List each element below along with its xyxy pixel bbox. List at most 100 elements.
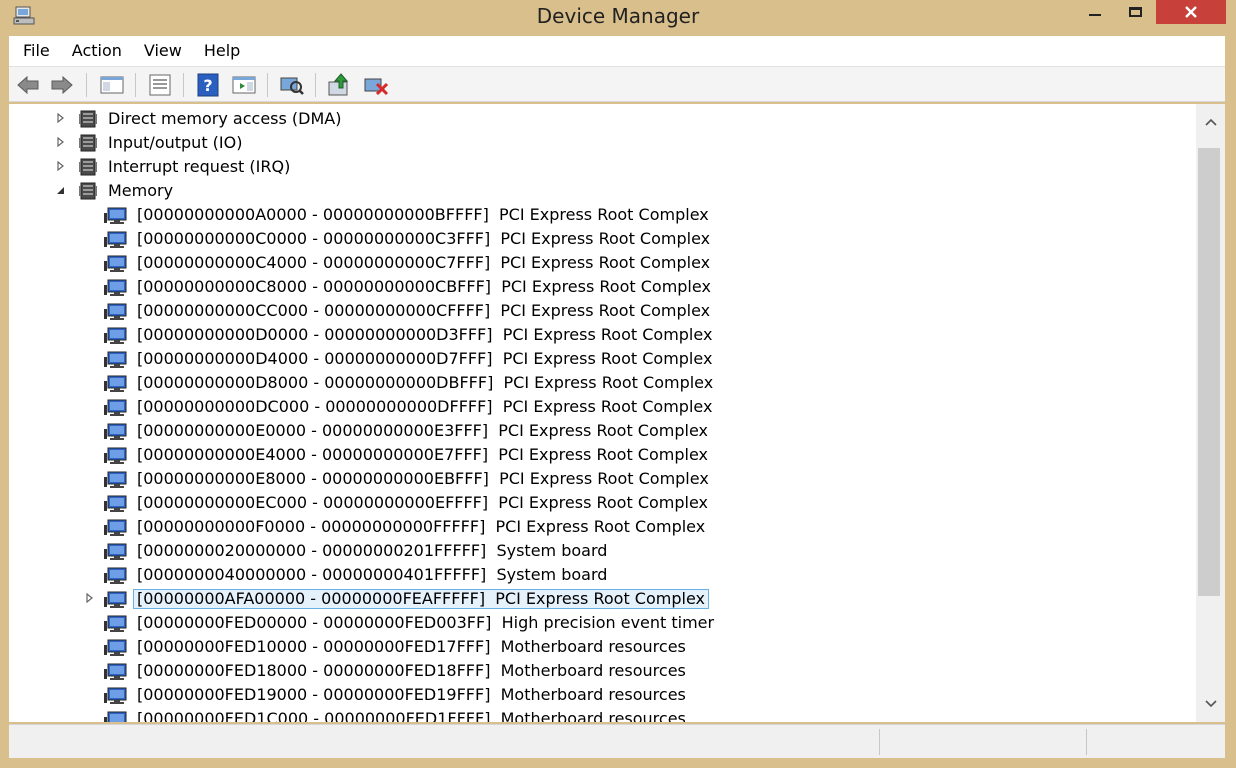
memory-resource-row[interactable]: [00000000AFA00000 - 00000000FEAFFFFF] PC…: [9, 587, 1196, 611]
memory-resource-row[interactable]: [00000000000E0000 - 00000000000E3FFF] PC…: [9, 419, 1196, 443]
device-monitor-icon: [104, 423, 130, 441]
update-driver-icon[interactable]: [327, 72, 353, 98]
memory-resource-row[interactable]: [00000000000A0000 - 00000000000BFFFF] PC…: [9, 203, 1196, 227]
resource-label: [00000000000CC000 - 00000000000CFFFF] PC…: [137, 301, 710, 321]
memory-resource-row[interactable]: [00000000FED00000 - 00000000FED003FF] Hi…: [9, 611, 1196, 635]
expand-arrow-icon[interactable]: [83, 592, 95, 605]
console-tree-icon[interactable]: [99, 72, 125, 98]
memory-resource-row[interactable]: [00000000000DC000 - 00000000000DFFFF] PC…: [9, 395, 1196, 419]
label-spacer: [493, 349, 503, 368]
memory-range: [00000000000D8000 - 00000000000DBFFF]: [137, 373, 494, 392]
forward-arrow-icon[interactable]: [49, 72, 75, 98]
memory-resource-row[interactable]: [00000000000EC000 - 00000000000EFFFF] PC…: [9, 491, 1196, 515]
resource-category-icon: [79, 182, 97, 200]
label-spacer: [491, 613, 501, 632]
tree-category-label: Interrupt request (IRQ): [108, 157, 291, 176]
uninstall-device-icon[interactable]: [363, 72, 389, 98]
scroll-up-button[interactable]: [1196, 104, 1225, 140]
device-monitor-icon: [104, 279, 130, 297]
label-spacer: [490, 685, 500, 704]
device-name: PCI Express Root Complex: [498, 445, 708, 464]
device-monitor-icon: [104, 543, 130, 561]
device-tree[interactable]: Direct memory access (DMA) Input/output (…: [9, 104, 1196, 722]
memory-resource-row[interactable]: [0000000040000000 - 00000000401FFFFF] Sy…: [9, 563, 1196, 587]
device-name: PCI Express Root Complex: [495, 589, 705, 608]
memory-resource-row[interactable]: [00000000000C8000 - 00000000000CBFFF] PC…: [9, 275, 1196, 299]
device-name: PCI Express Root Complex: [502, 397, 713, 416]
memory-range: [00000000000E0000 - 00000000000E3FFF]: [137, 421, 489, 440]
device-monitor-icon: [104, 255, 130, 273]
memory-resource-row[interactable]: [0000000020000000 - 00000000201FFFFF] Sy…: [9, 539, 1196, 563]
resource-label: [00000000FED1C000 - 00000000FED1FFFF] Mo…: [137, 709, 686, 722]
tree-category-row[interactable]: Interrupt request (IRQ): [9, 155, 1196, 179]
device-name: System board: [496, 541, 608, 560]
expand-arrow-icon[interactable]: [54, 160, 66, 173]
memory-resource-row[interactable]: [00000000000D4000 - 00000000000D7FFF] PC…: [9, 347, 1196, 371]
properties-icon[interactable]: [147, 72, 173, 98]
resource-label: [00000000FED18000 - 00000000FED18FFF] Mo…: [137, 661, 686, 681]
memory-range: [00000000000C8000 - 00000000000CBFFF]: [137, 277, 492, 296]
expand-arrow-icon[interactable]: [54, 112, 66, 125]
memory-resource-row[interactable]: [00000000000C4000 - 00000000000C7FFF] PC…: [9, 251, 1196, 275]
help-icon[interactable]: ?: [195, 72, 221, 98]
menu-action[interactable]: Action: [61, 36, 133, 66]
label-spacer: [491, 277, 501, 296]
device-name: Motherboard resources: [500, 685, 686, 704]
label-spacer: [488, 493, 498, 512]
vertical-scrollbar[interactable]: [1196, 104, 1225, 722]
label-spacer: [488, 421, 498, 440]
expand-arrow-icon[interactable]: [54, 136, 66, 149]
close-button[interactable]: [1156, 0, 1226, 24]
memory-resource-row[interactable]: [00000000FED19000 - 00000000FED19FFF] Mo…: [9, 683, 1196, 707]
collapse-arrow-icon[interactable]: [54, 185, 66, 197]
label-spacer: [489, 469, 499, 488]
memory-resource-row[interactable]: [00000000000CC000 - 00000000000CFFFF] PC…: [9, 299, 1196, 323]
device-name: Motherboard resources: [500, 709, 686, 722]
toolbar-separator: [315, 73, 316, 97]
memory-resource-row[interactable]: [00000000000C0000 - 00000000000C3FFF] PC…: [9, 227, 1196, 251]
action-pane-icon[interactable]: [231, 72, 257, 98]
tree-category-row[interactable]: Input/output (IO): [9, 131, 1196, 155]
maximize-icon: [1128, 7, 1142, 17]
close-icon: [1185, 6, 1197, 18]
memory-resource-row[interactable]: [00000000000F0000 - 00000000000FFFFF] PC…: [9, 515, 1196, 539]
memory-resource-row[interactable]: [00000000000D8000 - 00000000000DBFFF] PC…: [9, 371, 1196, 395]
device-name: PCI Express Root Complex: [501, 277, 711, 296]
memory-resource-row[interactable]: [00000000FED18000 - 00000000FED18FFF] Mo…: [9, 659, 1196, 683]
menu-help[interactable]: Help: [193, 36, 251, 66]
title-bar[interactable]: Device Manager: [0, 0, 1236, 34]
device-name: PCI Express Root Complex: [498, 493, 708, 512]
maximize-button[interactable]: [1112, 0, 1158, 24]
scrollbar-thumb[interactable]: [1198, 148, 1220, 596]
menu-file[interactable]: File: [9, 36, 61, 66]
toolbar-separator: [183, 73, 184, 97]
scroll-down-button[interactable]: [1196, 686, 1225, 722]
memory-resource-row[interactable]: [00000000000D0000 - 00000000000D3FFF] PC…: [9, 323, 1196, 347]
memory-range: [00000000000C4000 - 00000000000C7FFF]: [137, 253, 491, 272]
device-monitor-icon: [104, 375, 130, 393]
resource-label: [0000000020000000 - 00000000201FFFFF] Sy…: [137, 541, 607, 561]
device-monitor-icon: [104, 303, 130, 321]
label-spacer: [488, 445, 498, 464]
label-spacer: [493, 325, 503, 344]
memory-range: [00000000000A0000 - 00000000000BFFFF]: [137, 205, 489, 224]
svg-text:?: ?: [203, 76, 212, 95]
device-monitor-icon: [104, 351, 130, 369]
back-arrow-icon[interactable]: [15, 72, 41, 98]
memory-resource-row[interactable]: [00000000000E4000 - 00000000000E7FFF] PC…: [9, 443, 1196, 467]
device-monitor-icon: [104, 399, 130, 417]
tree-category-row[interactable]: Direct memory access (DMA): [9, 107, 1196, 131]
scan-hardware-icon[interactable]: [279, 72, 305, 98]
memory-resource-row[interactable]: [00000000FED1C000 - 00000000FED1FFFF] Mo…: [9, 707, 1196, 722]
menu-view[interactable]: View: [133, 36, 193, 66]
label-spacer: [486, 541, 496, 560]
memory-range: [0000000040000000 - 00000000401FFFFF]: [137, 565, 487, 584]
memory-resource-row[interactable]: [00000000FED10000 - 00000000FED17FFF] Mo…: [9, 635, 1196, 659]
chevron-up-icon: [1204, 118, 1217, 126]
memory-range: [00000000000C0000 - 00000000000C3FFF]: [137, 229, 491, 248]
memory-resource-row[interactable]: [00000000000E8000 - 00000000000EBFFF] PC…: [9, 467, 1196, 491]
tree-category-row[interactable]: Memory: [9, 179, 1196, 203]
toolbar-separator: [135, 73, 136, 97]
resource-category-icon: [79, 158, 97, 176]
device-monitor-icon: [104, 687, 130, 705]
